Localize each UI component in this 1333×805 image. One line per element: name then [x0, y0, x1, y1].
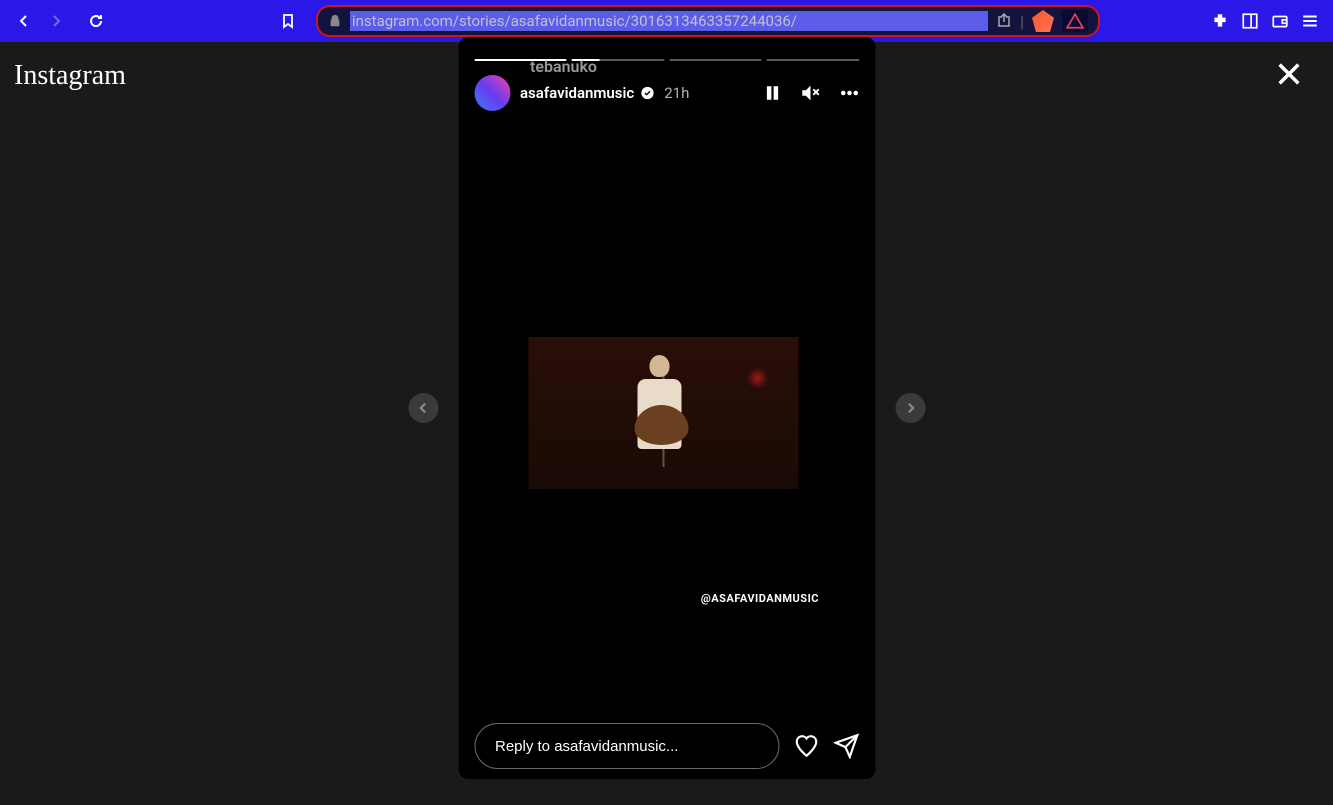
lock-icon: [328, 14, 342, 28]
share-icon[interactable]: [833, 733, 859, 759]
url-container: instagram.com/stories/asafavidanmusic/30…: [280, 5, 1100, 37]
prev-story-button[interactable]: [408, 393, 438, 423]
verified-icon: [640, 86, 654, 100]
story-header: tebanuko asafavidanmusic 21h: [474, 75, 859, 111]
forward-button[interactable]: [48, 13, 64, 29]
share-icon[interactable]: [996, 13, 1012, 29]
next-story-button[interactable]: [895, 393, 925, 423]
avatar[interactable]: [474, 75, 510, 111]
url-bar[interactable]: instagram.com/stories/asafavidanmusic/30…: [316, 5, 1100, 37]
story-viewer: tebanuko asafavidanmusic 21h: [408, 37, 925, 779]
progress-segment: [669, 59, 762, 61]
user-info[interactable]: asafavidanmusic 21h: [520, 84, 753, 102]
nav-controls: [8, 13, 112, 29]
story-card: tebanuko asafavidanmusic 21h: [458, 37, 875, 779]
story-media[interactable]: [528, 337, 798, 489]
wallet-icon[interactable]: [1271, 12, 1289, 30]
mute-icon[interactable]: [799, 82, 821, 104]
bookmark-button[interactable]: [280, 13, 296, 29]
sidepanel-icon[interactable]: [1241, 12, 1259, 30]
browser-right-controls: [1211, 12, 1325, 30]
extensions-icon[interactable]: [1211, 12, 1229, 30]
menu-icon[interactable]: [1301, 12, 1319, 30]
brave-shields-icon[interactable]: [1032, 10, 1054, 32]
story-watermark: @asafavidanmusic: [701, 592, 819, 605]
reply-input[interactable]: [474, 723, 779, 769]
username: asafavidanmusic: [520, 84, 634, 102]
instagram-logo[interactable]: Instagram: [14, 60, 126, 92]
back-button[interactable]: [16, 13, 32, 29]
like-icon[interactable]: [793, 733, 819, 759]
reshare-username: tebanuko: [530, 57, 597, 76]
warning-icon[interactable]: [1062, 10, 1088, 32]
progress-segment: [767, 59, 860, 61]
story-controls: [763, 82, 859, 104]
page-content: Instagram tebanuko asafavidanmusic: [0, 42, 1333, 805]
reload-button[interactable]: [88, 13, 104, 29]
pause-icon[interactable]: [763, 84, 781, 102]
url-text: instagram.com/stories/asafavidanmusic/30…: [350, 11, 988, 31]
more-icon[interactable]: [839, 83, 859, 103]
story-timestamp: 21h: [664, 84, 689, 102]
close-button[interactable]: [1275, 60, 1303, 88]
story-footer: [474, 723, 859, 769]
browser-toolbar: instagram.com/stories/asafavidanmusic/30…: [0, 0, 1333, 42]
